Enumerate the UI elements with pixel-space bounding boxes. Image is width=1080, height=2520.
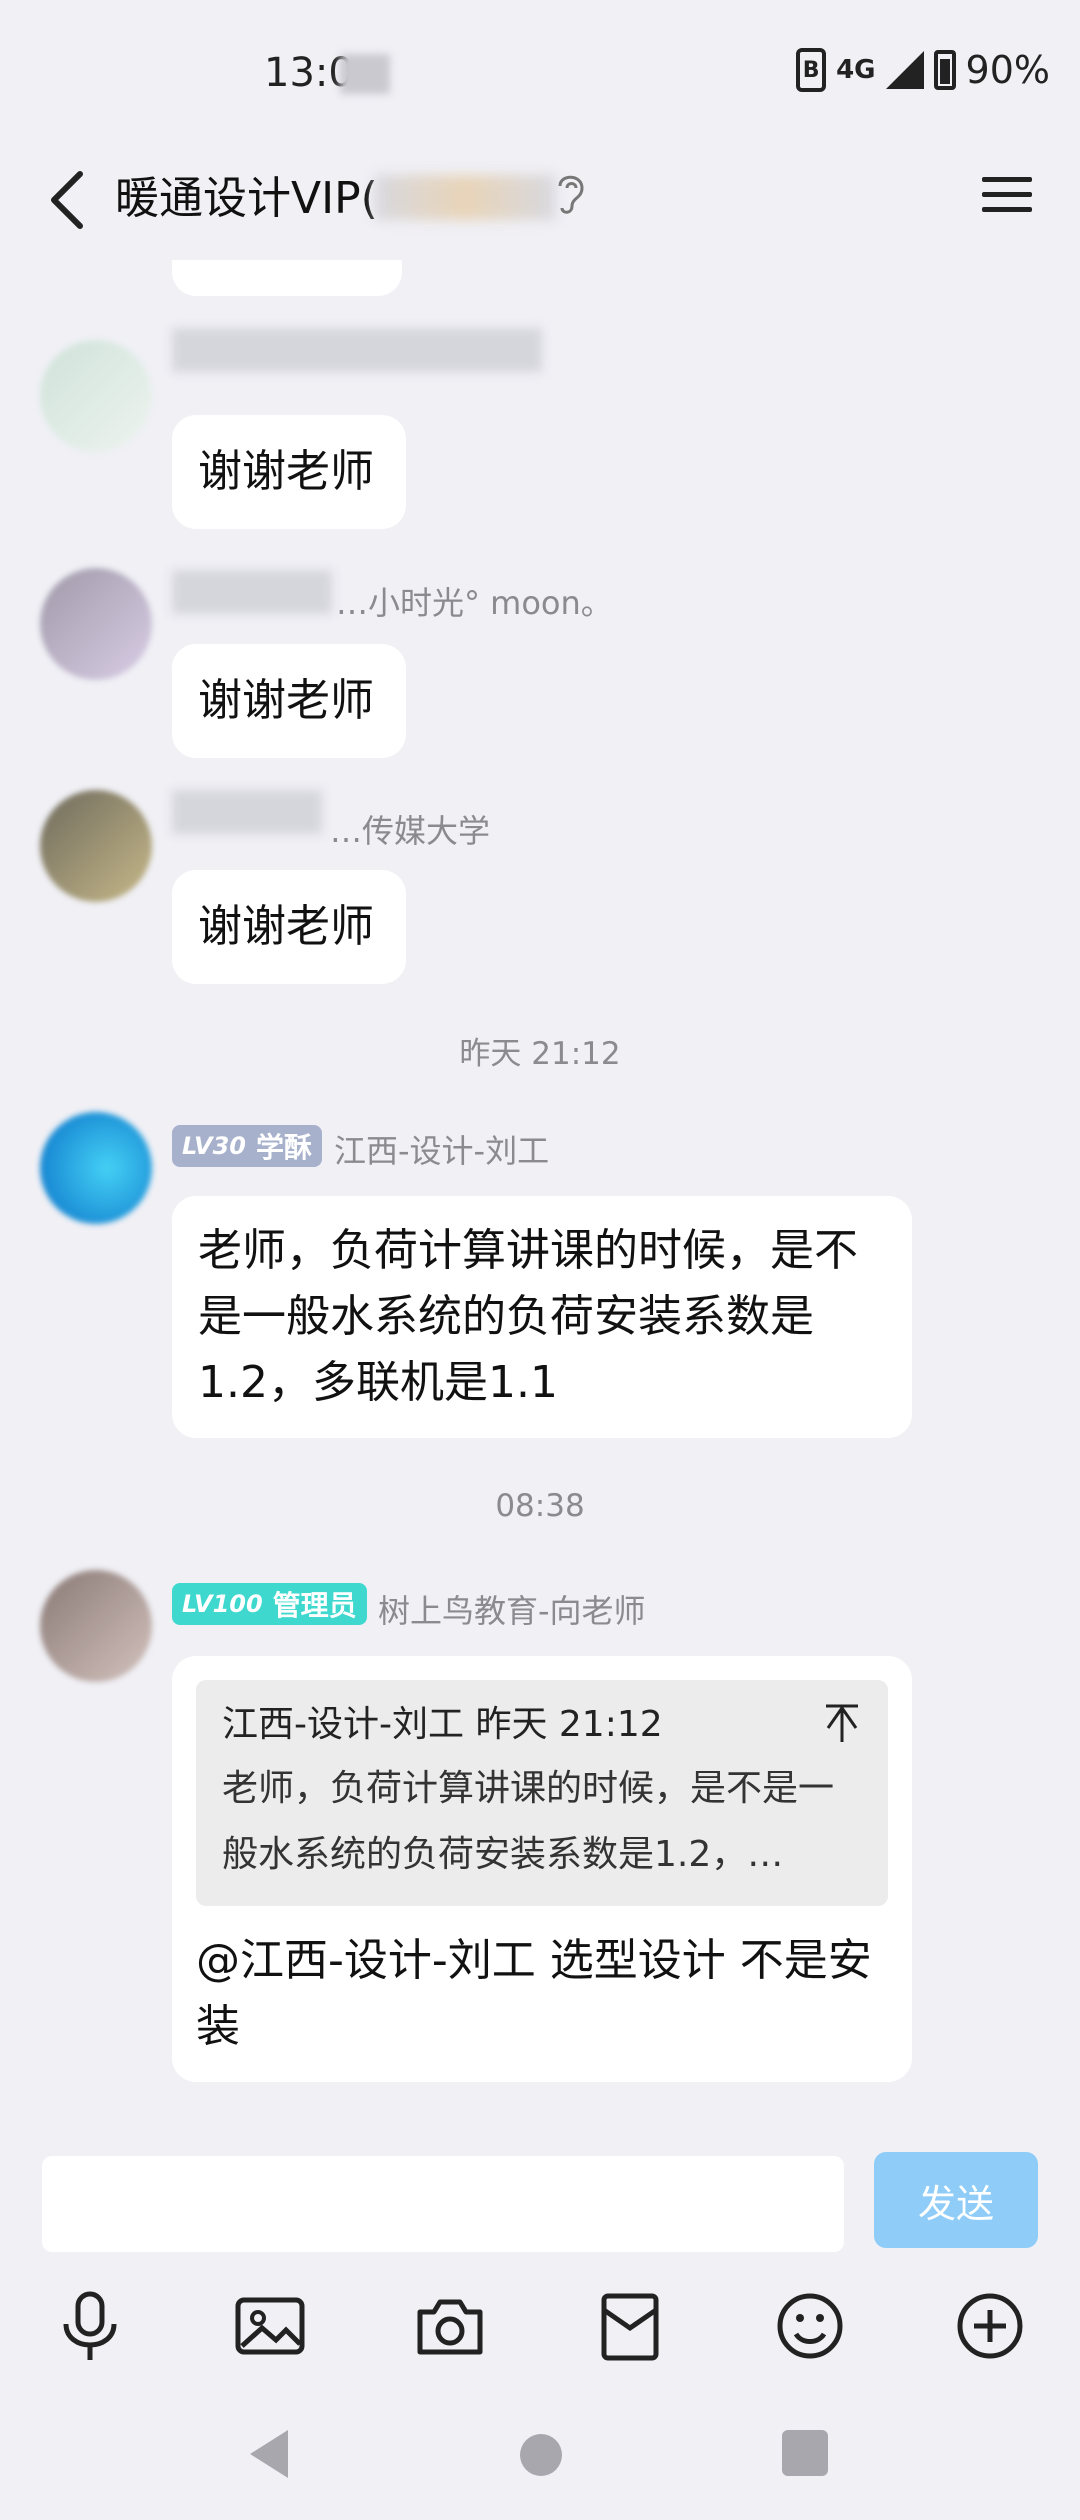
badge-title: 管理员	[272, 1589, 357, 1622]
battery-icon	[933, 50, 956, 90]
ear-icon	[558, 175, 584, 214]
message-text: 谢谢老师	[198, 446, 374, 497]
signal-icon	[885, 51, 924, 89]
message-text: 老师，负荷计算讲课的时候，是不是一般水系统的负荷安装系数是1.2，多联机是1.1	[198, 1225, 858, 1408]
sender-name-blur	[172, 328, 542, 372]
badge-level: LV30	[182, 1132, 246, 1160]
camera-icon[interactable]	[410, 2286, 490, 2366]
message-bubble[interactable]: 谢谢老师	[172, 644, 406, 758]
message-bubble[interactable]: 江西-设计-刘工 昨天 21:12 老师，负荷计算讲课的时候，是不是一般水系统的…	[172, 1656, 912, 2082]
nav-back-icon[interactable]	[244, 2426, 294, 2482]
input-toolbar	[0, 2272, 1080, 2382]
title-bar: 暖通设计VIP(	[0, 150, 1080, 260]
sender-name: 江西-设计-刘工	[334, 1132, 550, 1170]
jump-to-original-icon[interactable]	[822, 1702, 862, 1746]
timestamp: 昨天 21:12	[459, 1036, 621, 1072]
quote-header: 江西-设计-刘工 昨天 21:12	[222, 1698, 862, 1752]
network-label: 4G	[836, 55, 876, 85]
timestamp: 08:38	[495, 1488, 585, 1524]
send-button[interactable]: 发送	[874, 2152, 1038, 2248]
level-badge: LV30 学酥	[172, 1125, 322, 1167]
avatar[interactable]	[40, 790, 152, 902]
message-input[interactable]	[42, 2156, 844, 2252]
sim-icon: B	[796, 48, 827, 92]
image-icon[interactable]	[230, 2286, 310, 2366]
sender-name: 树上鸟教育-向老师	[378, 1592, 646, 1630]
message-list[interactable]: 谢谢老师 …小时光° moon。 谢谢老师 …传媒大学 谢谢老师 昨天 21:1…	[0, 260, 1080, 2140]
status-bar: 13:0 B 4G 90%	[0, 0, 1080, 150]
badge-title: 学酥	[255, 1131, 312, 1164]
battery-level: 90%	[965, 48, 1050, 92]
message-bubble-partial	[172, 260, 402, 296]
microphone-icon[interactable]	[50, 2286, 130, 2366]
menu-icon[interactable]	[982, 170, 1032, 220]
sender-name: …传媒大学	[330, 812, 491, 850]
system-nav-bar	[0, 2400, 1080, 2520]
nav-home-icon[interactable]	[518, 2432, 564, 2478]
back-arrow-icon[interactable]	[40, 160, 100, 240]
avatar[interactable]	[40, 1112, 152, 1224]
message-bubble[interactable]: 老师，负荷计算讲课的时候，是不是一般水系统的负荷安装系数是1.2，多联机是1.1	[172, 1196, 912, 1438]
status-time-blur	[340, 54, 390, 94]
badge-level: LV100	[182, 1590, 263, 1618]
status-indicators: B 4G 90%	[796, 48, 1050, 92]
avatar[interactable]	[40, 568, 152, 680]
plus-icon[interactable]	[950, 2286, 1030, 2366]
chat-title: 暖通设计VIP(	[115, 173, 378, 224]
emoji-icon[interactable]	[770, 2286, 850, 2366]
quote-author: 江西-设计-刘工	[222, 1704, 464, 1745]
sender-name-blur	[172, 570, 332, 614]
quote-time: 昨天 21:12	[475, 1704, 663, 1745]
level-badge: LV100 管理员	[172, 1583, 367, 1625]
sender-name: …小时光° moon。	[336, 584, 613, 622]
message-text: 谢谢老师	[198, 675, 374, 726]
sender-name-blur	[172, 790, 322, 834]
red-packet-icon[interactable]	[590, 2286, 670, 2366]
nav-recents-icon[interactable]	[780, 2428, 830, 2478]
message-text: @江西-设计-刘工 选型设计 不是安装	[196, 1935, 872, 2052]
avatar[interactable]	[40, 340, 152, 452]
message-bubble[interactable]: 谢谢老师	[172, 870, 406, 984]
title-blur	[375, 175, 555, 220]
avatar[interactable]	[40, 1570, 152, 1682]
message-text: 谢谢老师	[198, 901, 374, 952]
quoted-message[interactable]: 江西-设计-刘工 昨天 21:12 老师，负荷计算讲课的时候，是不是一般水系统的…	[196, 1680, 888, 1906]
input-bar: 发送	[0, 2140, 1080, 2260]
message-bubble[interactable]: 谢谢老师	[172, 415, 406, 529]
quote-text: 老师，负荷计算讲课的时候，是不是一般水系统的负荷安装系数是1.2，…	[222, 1768, 835, 1875]
